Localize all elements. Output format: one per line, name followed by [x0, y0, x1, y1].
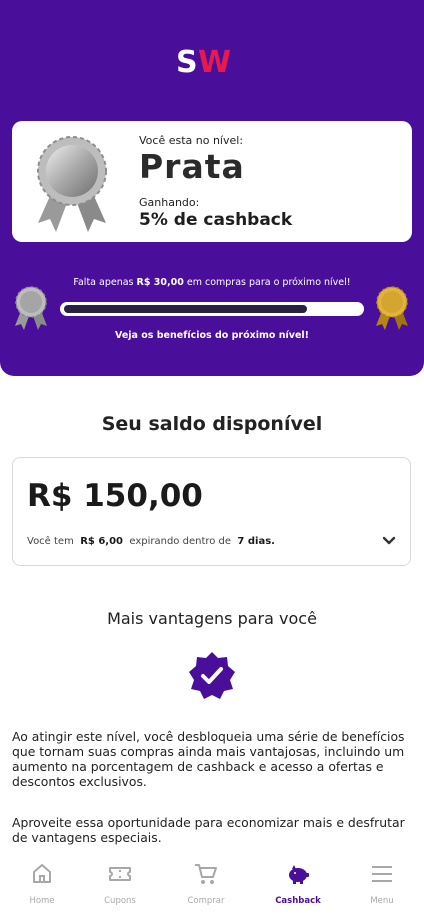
nav-cupons[interactable]: Cupons: [78, 858, 162, 920]
progress-text-prefix: Falta apenas: [73, 277, 134, 288]
nav-comprar-label: Comprar: [187, 896, 225, 906]
level-progress-bar: [60, 302, 364, 316]
expiring-days: 7 dias.: [237, 536, 275, 547]
gold-medal-small-icon: [376, 286, 408, 330]
nav-cashback[interactable]: Cashback: [256, 858, 340, 920]
chevron-down-icon[interactable]: [382, 536, 396, 546]
expiring-middle: expirando dentro de: [129, 536, 232, 547]
balance-amount: R$ 150,00: [27, 478, 203, 514]
nav-cupons-label: Cupons: [104, 896, 136, 906]
progress-text-suffix: em compras para o próximo nível!: [186, 277, 351, 288]
nav-comprar[interactable]: Comprar: [164, 858, 248, 920]
nav-home[interactable]: Home: [0, 858, 84, 920]
sw-logo: S W: [176, 46, 232, 76]
nav-home-label: Home: [29, 896, 55, 906]
level-hero: S W Você esta no nível: Prata Ganhando: …: [0, 0, 424, 376]
progress-text: Falta apenas R$ 30,00 em compras para o …: [0, 277, 424, 288]
level-name: Prata: [139, 147, 245, 186]
expiring-amount: R$ 6,00: [80, 536, 123, 547]
nav-menu-label: Menu: [370, 896, 394, 906]
silver-medal-small-icon: [15, 286, 47, 330]
next-level-benefits-link[interactable]: Veja os benefícios do próximo nível!: [0, 330, 424, 341]
progress-amount: R$ 30,00: [136, 277, 184, 288]
perks-title: Mais vantagens para você: [107, 609, 317, 628]
perks-paragraph-2: Aproveite essa oportunidade para economi…: [12, 815, 405, 845]
balance-card: R$ 150,00 Você tem R$ 6,00 expirando den…: [12, 457, 411, 566]
level-progress-fill: [64, 305, 307, 313]
level-label: Você esta no nível:: [139, 134, 244, 147]
level-card: Você esta no nível: Prata Ganhando: 5% d…: [12, 121, 412, 242]
menu-icon: [372, 866, 392, 882]
nav-menu[interactable]: Menu: [340, 858, 424, 920]
verified-badge-icon: [189, 652, 235, 699]
balance-title: Seu saldo disponível: [101, 413, 323, 435]
earning-label: Ganhando:: [139, 196, 200, 209]
svg-text:S: S: [176, 46, 197, 76]
expiring-prefix: Você tem: [27, 536, 74, 547]
silver-medal-icon: [37, 136, 107, 232]
bottom-nav: Home Cupons Comprar Cashback Menu: [0, 858, 424, 920]
home-icon: [33, 864, 51, 883]
svg-text:W: W: [198, 46, 231, 76]
expiring-info: Você tem R$ 6,00 expirando dentro de 7 d…: [27, 536, 275, 547]
piggy-bank-icon: [289, 865, 309, 884]
perks-paragraph-1: Ao atingir este nível, você desbloqueia …: [12, 729, 405, 789]
earning-value: 5% de cashback: [139, 210, 293, 230]
nav-cashback-label: Cashback: [275, 896, 321, 906]
ticket-icon: [109, 867, 131, 881]
cart-icon: [195, 864, 217, 884]
